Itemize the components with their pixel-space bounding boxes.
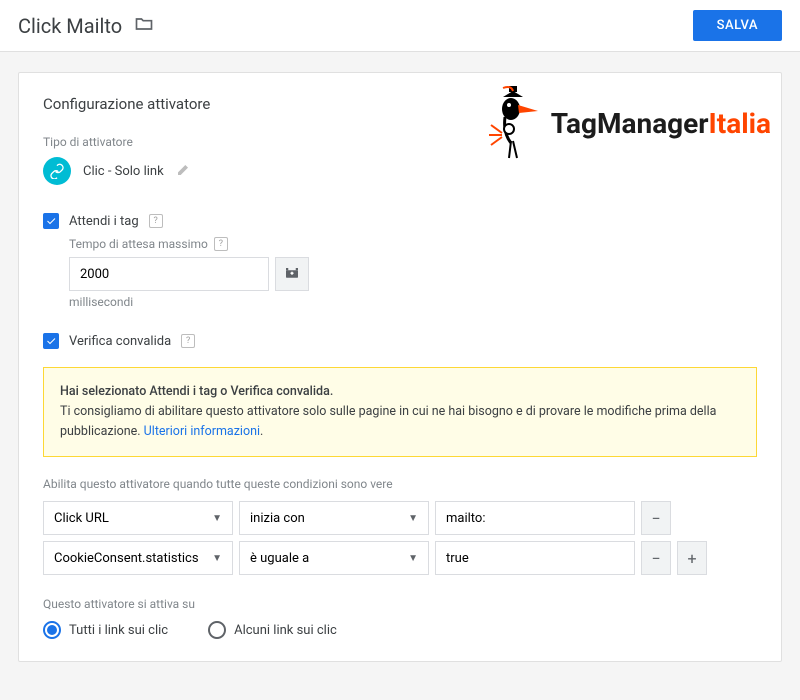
chevron-down-icon: ▼ <box>408 513 418 524</box>
condition-operator-select[interactable]: è uguale a▼ <box>239 541 429 575</box>
max-wait-input-row <box>69 257 757 291</box>
unit-label: millisecondi <box>69 295 757 309</box>
help-icon[interactable]: ? <box>149 214 163 228</box>
validate-checkbox-row[interactable]: Verifica convalida ? <box>43 333 757 349</box>
notice-box: Hai selezionato Attendi i tag o Verifica… <box>43 367 757 457</box>
type-label: Tipo di attivatore <box>43 135 757 149</box>
remove-condition-button[interactable]: − <box>641 501 671 535</box>
help-icon[interactable]: ? <box>181 334 195 348</box>
notice-bold: Hai selezionato Attendi i tag o Verifica… <box>60 384 333 399</box>
max-wait-label: Tempo di attesa massimo ? <box>69 237 757 251</box>
conditions-label: Abilita questo attivatore quando tutte q… <box>43 477 757 491</box>
top-bar: Click Mailto SALVA <box>0 0 800 52</box>
remove-condition-button[interactable]: − <box>641 541 671 575</box>
checkbox-checked-icon <box>43 333 59 349</box>
save-button[interactable]: SALVA <box>693 10 782 41</box>
trigger-type-name: Clic - Solo link <box>83 164 164 179</box>
chevron-down-icon: ▼ <box>212 513 222 524</box>
condition-variable-select[interactable]: Click URL▼ <box>43 501 233 535</box>
trigger-type-row: Clic - Solo link <box>43 157 757 185</box>
page-title: Click Mailto <box>18 14 122 38</box>
link-icon <box>43 157 71 185</box>
wait-tags-checkbox-row[interactable]: Attendi i tag ? <box>43 213 757 229</box>
config-card: TagManagerItalia Configurazione attivato… <box>18 72 782 662</box>
condition-variable-select[interactable]: CookieConsent.statistics▼ <box>43 541 233 575</box>
condition-row: Click URL▼ inizia con▼ − <box>43 501 757 535</box>
top-bar-left: Click Mailto <box>18 14 154 38</box>
wait-time-block: Tempo di attesa massimo ? millisecondi <box>69 237 757 309</box>
add-condition-button[interactable]: + <box>677 541 707 575</box>
checkbox-checked-icon <box>43 213 59 229</box>
pencil-icon[interactable] <box>176 161 192 181</box>
condition-value-input[interactable] <box>435 541 635 575</box>
variable-picker-button[interactable] <box>275 257 309 291</box>
page-body: TagManagerItalia Configurazione attivato… <box>0 52 800 682</box>
wait-tags-label: Attendi i tag <box>69 214 139 229</box>
fires-all-option[interactable]: Tutti i link sui clic <box>43 621 168 639</box>
fires-some-option[interactable]: Alcuni link sui clic <box>208 621 337 639</box>
radio-unselected-icon <box>208 621 226 639</box>
chevron-down-icon: ▼ <box>408 553 418 564</box>
section-title: Configurazione attivatore <box>43 95 757 113</box>
help-icon[interactable]: ? <box>214 237 228 251</box>
radio-selected-icon <box>43 621 61 639</box>
chevron-down-icon: ▼ <box>212 553 222 564</box>
folder-icon[interactable] <box>134 14 154 38</box>
condition-value-input[interactable] <box>435 501 635 535</box>
fires-on-options: Tutti i link sui clic Alcuni link sui cl… <box>43 621 757 639</box>
condition-operator-select[interactable]: inizia con▼ <box>239 501 429 535</box>
condition-row: CookieConsent.statistics▼ è uguale a▼ − … <box>43 541 757 575</box>
max-wait-input[interactable] <box>69 257 269 291</box>
notice-link[interactable]: Ulteriori informazioni <box>144 424 260 439</box>
validate-label: Verifica convalida <box>69 334 171 349</box>
fires-on-label: Questo attivatore si attiva su <box>43 597 757 611</box>
